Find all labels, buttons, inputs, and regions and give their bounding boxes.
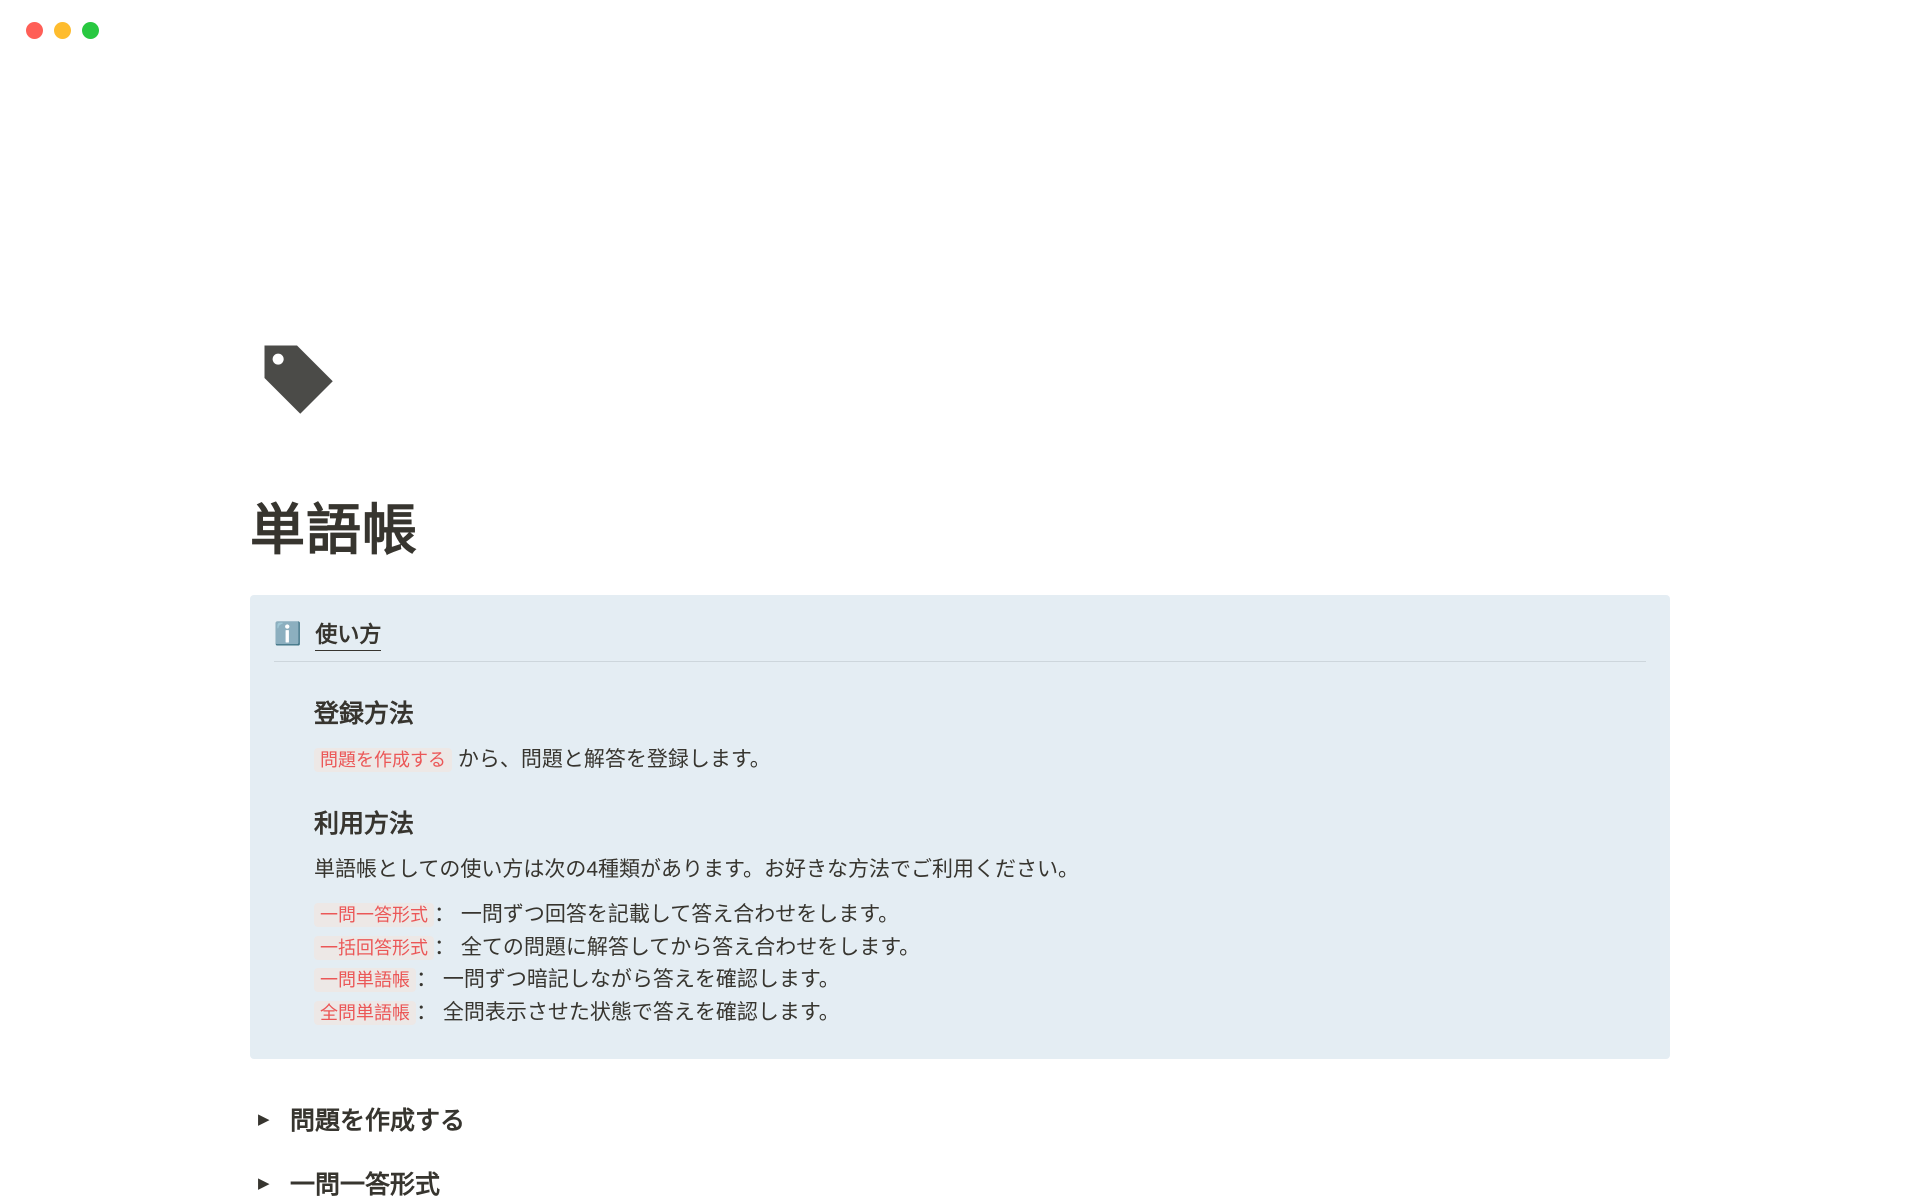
callout-title: 使い方 xyxy=(315,617,381,651)
usage-heading: 利用方法 xyxy=(314,804,1646,840)
register-section: 登録方法 問題を作成する から、問題と解答を登録します。 xyxy=(274,694,1646,776)
usage-callout: ℹ️ 使い方 登録方法 問題を作成する から、問題と解答を登録します。 利用方法… xyxy=(250,595,1670,1059)
usage-intro: 単語帳としての使い方は次の4種類があります。お好きな方法でご利用ください。 xyxy=(314,854,1646,886)
window-close-button[interactable] xyxy=(26,22,43,39)
method-desc-1: ： 全ての問題に解答してから答え合わせをします。 xyxy=(434,936,920,959)
window-minimize-button[interactable] xyxy=(54,22,71,39)
register-text: から、問題と解答を登録します。 xyxy=(452,748,771,771)
method-row-0: 一問一答形式： 一問ずつ回答を記載して答え合わせをします。 xyxy=(314,899,1646,932)
method-row-2: 一問単語帳： 一問ずつ暗記しながら答えを確認します。 xyxy=(314,964,1646,997)
method-pill-0: 一問一答形式 xyxy=(314,903,434,927)
toggle-create-question[interactable]: ▶ 問題を作成する xyxy=(250,1101,1670,1137)
window-maximize-button[interactable] xyxy=(82,22,99,39)
method-pill-2: 一問単語帳 xyxy=(314,968,416,992)
method-list: 一問一答形式： 一問ずつ回答を記載して答え合わせをします。 一括回答形式： 全て… xyxy=(314,899,1646,1029)
callout-header: ℹ️ 使い方 xyxy=(274,617,1646,662)
register-heading: 登録方法 xyxy=(314,694,1646,730)
method-row-1: 一括回答形式： 全ての問題に解答してから答え合わせをします。 xyxy=(314,932,1646,965)
page-icon[interactable] xyxy=(258,339,1670,417)
method-desc-3: ： 全問表示させた状態で答えを確認します。 xyxy=(416,1001,840,1024)
usage-section: 利用方法 単語帳としての使い方は次の4種類があります。お好きな方法でご利用くださ… xyxy=(274,804,1646,1030)
toggle-label-1: 一問一答形式 xyxy=(290,1165,440,1201)
toggle-label-0: 問題を作成する xyxy=(290,1101,465,1137)
info-icon: ℹ️ xyxy=(274,623,301,645)
chevron-right-icon: ▶ xyxy=(258,1174,276,1192)
register-pill: 問題を作成する xyxy=(314,748,452,772)
toggle-single-qa[interactable]: ▶ 一問一答形式 xyxy=(250,1165,1670,1201)
method-desc-0: ： 一問ずつ回答を記載して答え合わせをします。 xyxy=(434,903,899,926)
method-row-3: 全問単語帳： 全問表示させた状態で答えを確認します。 xyxy=(314,997,1646,1030)
window-controls xyxy=(0,0,1920,39)
tag-icon xyxy=(258,339,336,417)
method-pill-3: 全問単語帳 xyxy=(314,1001,416,1025)
chevron-right-icon: ▶ xyxy=(258,1110,276,1128)
method-pill-1: 一括回答形式 xyxy=(314,936,434,960)
register-body: 問題を作成する から、問題と解答を登録します。 xyxy=(314,744,1646,776)
page-title[interactable]: 単語帳 xyxy=(250,485,1670,565)
method-desc-2: ： 一問ずつ暗記しながら答えを確認します。 xyxy=(416,968,840,991)
